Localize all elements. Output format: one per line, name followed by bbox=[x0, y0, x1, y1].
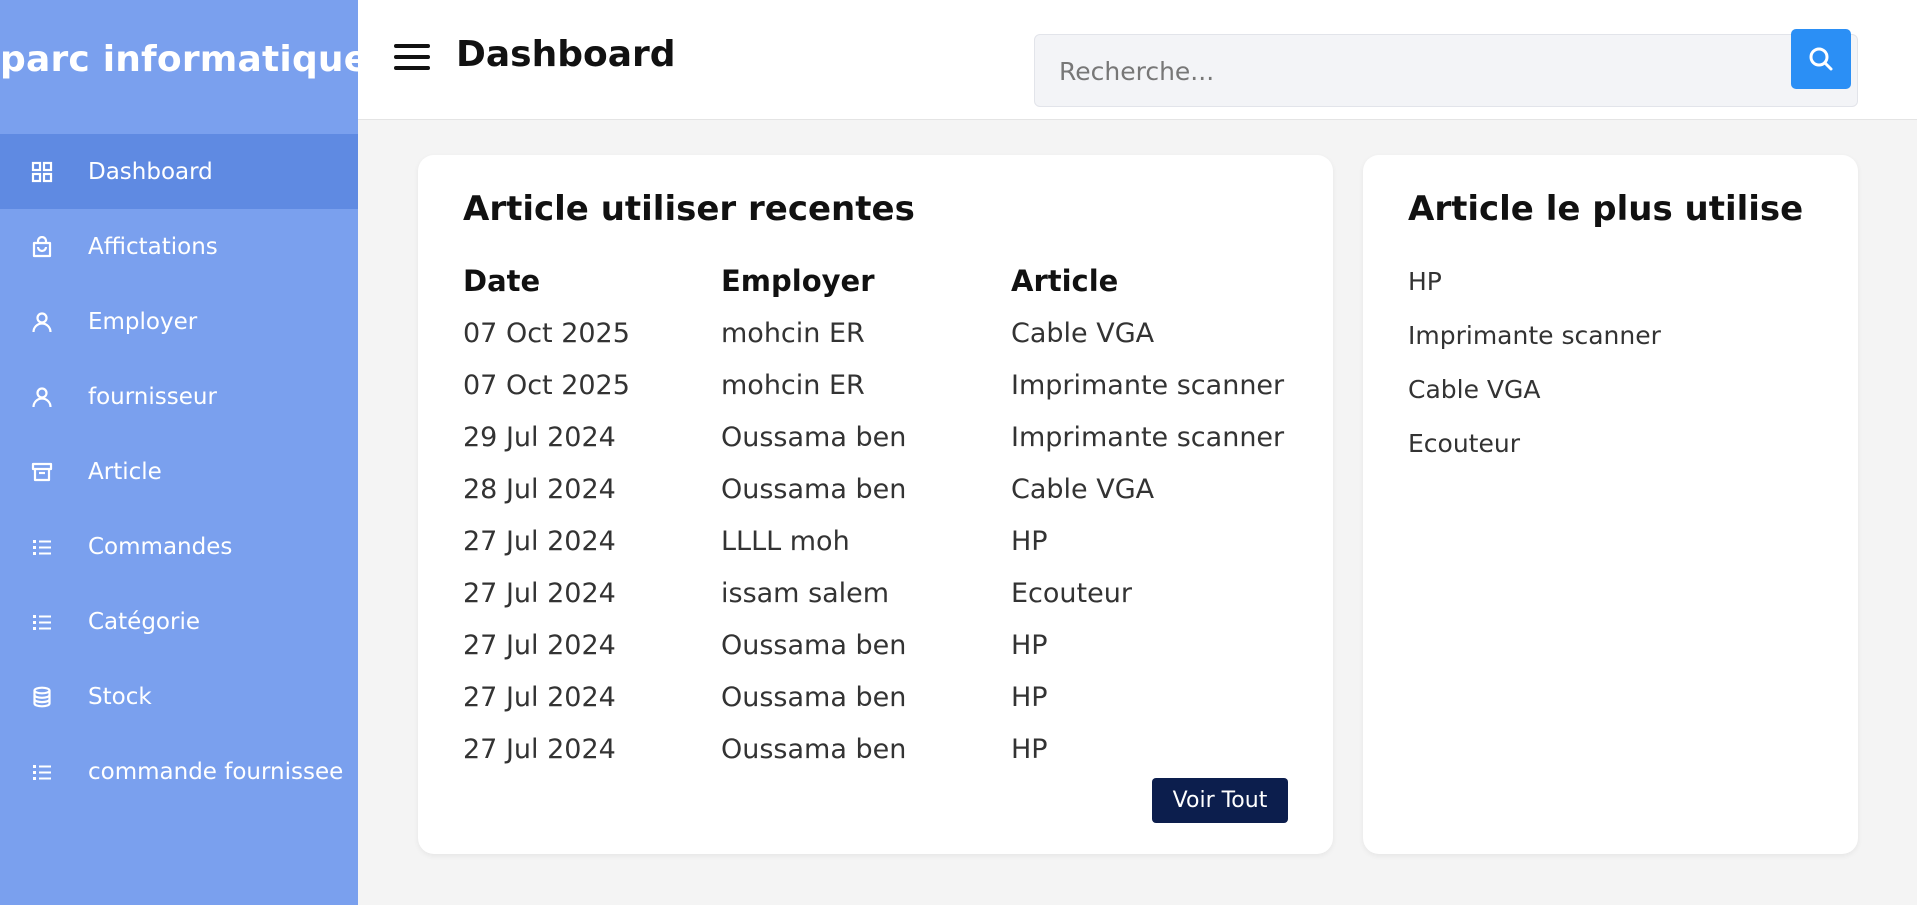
most-used-card: Article le plus utilise HP Imprimante sc… bbox=[1363, 155, 1858, 854]
cell-date: 27 Jul 2024 bbox=[463, 629, 616, 661]
cell-article: Cable VGA bbox=[1011, 473, 1155, 505]
cell-employer: Oussama ben bbox=[721, 629, 907, 661]
sidebar-item-affictations[interactable]: Affictations bbox=[0, 209, 358, 284]
table-row: 27 Jul 2024 Oussama ben HP bbox=[463, 619, 1311, 671]
database-icon bbox=[30, 685, 54, 709]
table-row: 27 Jul 2024 LLLL moh HP bbox=[463, 515, 1311, 567]
sidebar-item-label: fournisseur bbox=[88, 383, 217, 410]
hamburger-menu-icon[interactable] bbox=[394, 44, 430, 74]
cell-article: HP bbox=[1011, 525, 1048, 557]
sidebar-item-label: Article bbox=[88, 458, 162, 485]
cell-date: 28 Jul 2024 bbox=[463, 473, 616, 505]
table-row: 07 Oct 2025 mohcin ER Imprimante scanner bbox=[463, 359, 1311, 411]
page-title: Dashboard bbox=[456, 34, 676, 75]
column-header-article: Article bbox=[1011, 264, 1119, 298]
sidebar-item-label: Commandes bbox=[88, 533, 233, 560]
search-icon bbox=[1807, 45, 1835, 73]
sidebar-item-commandes[interactable]: Commandes bbox=[0, 509, 358, 584]
cell-date: 27 Jul 2024 bbox=[463, 733, 616, 765]
cell-date: 07 Oct 2025 bbox=[463, 369, 630, 401]
cell-employer: mohcin ER bbox=[721, 317, 865, 349]
archive-icon bbox=[30, 460, 54, 484]
cell-article: HP bbox=[1011, 733, 1048, 765]
recent-articles-table: Date Employer Article 07 Oct 2025 mohcin… bbox=[463, 255, 1311, 775]
cell-date: 27 Jul 2024 bbox=[463, 681, 616, 713]
cell-article: HP bbox=[1011, 681, 1048, 713]
table-row: 28 Jul 2024 Oussama ben Cable VGA bbox=[463, 463, 1311, 515]
recent-articles-card: Article utiliser recentes Date Employer … bbox=[418, 155, 1333, 854]
cell-employer: issam salem bbox=[721, 577, 890, 609]
column-header-date: Date bbox=[463, 264, 541, 298]
list-icon bbox=[30, 535, 54, 559]
grid-icon bbox=[30, 160, 54, 184]
list-icon bbox=[30, 610, 54, 634]
cell-employer: Oussama ben bbox=[721, 681, 907, 713]
sidebar-item-dashboard[interactable]: Dashboard bbox=[0, 134, 358, 209]
list-item: Ecouteur bbox=[1408, 429, 1520, 458]
cell-article: Imprimante scanner bbox=[1011, 421, 1285, 453]
user-icon bbox=[30, 385, 54, 409]
cell-article: Cable VGA bbox=[1011, 317, 1155, 349]
voir-tout-button[interactable]: Voir Tout bbox=[1152, 778, 1288, 823]
list-item: HP bbox=[1408, 267, 1442, 296]
sidebar-item-employer[interactable]: Employer bbox=[0, 284, 358, 359]
table-row: 27 Jul 2024 Oussama ben HP bbox=[463, 723, 1311, 775]
sidebar-item-label: commande fournissee bbox=[88, 758, 344, 785]
cell-article: Ecouteur bbox=[1011, 577, 1132, 609]
cell-employer: mohcin ER bbox=[721, 369, 865, 401]
recent-articles-title: Article utiliser recentes bbox=[463, 189, 915, 229]
sidebar-nav: Dashboard Affictations Employer fourniss… bbox=[0, 134, 358, 809]
most-used-title: Article le plus utilise bbox=[1408, 189, 1804, 229]
sidebar-item-categorie[interactable]: Catégorie bbox=[0, 584, 358, 659]
sidebar-item-label: Employer bbox=[88, 308, 198, 335]
brand-title: parc informatique bbox=[0, 39, 358, 80]
sidebar-item-commande-fournissee[interactable]: commande fournissee bbox=[0, 734, 358, 809]
cell-date: 27 Jul 2024 bbox=[463, 577, 616, 609]
list-item: Cable VGA bbox=[1408, 375, 1541, 404]
cell-date: 29 Jul 2024 bbox=[463, 421, 616, 453]
cell-date: 27 Jul 2024 bbox=[463, 525, 616, 557]
sidebar-item-article[interactable]: Article bbox=[0, 434, 358, 509]
cell-date: 07 Oct 2025 bbox=[463, 317, 630, 349]
sidebar-item-fournisseur[interactable]: fournisseur bbox=[0, 359, 358, 434]
sidebar-item-label: Affictations bbox=[88, 233, 218, 260]
list-icon bbox=[30, 760, 54, 784]
column-header-employer: Employer bbox=[721, 264, 875, 298]
table-row: 07 Oct 2025 mohcin ER Cable VGA bbox=[463, 307, 1311, 359]
table-row: 27 Jul 2024 issam salem Ecouteur bbox=[463, 567, 1311, 619]
table-row: 29 Jul 2024 Oussama ben Imprimante scann… bbox=[463, 411, 1311, 463]
cell-employer: LLLL moh bbox=[721, 525, 850, 557]
table-row: 27 Jul 2024 Oussama ben HP bbox=[463, 671, 1311, 723]
table-header-row: Date Employer Article bbox=[463, 255, 1311, 307]
list-item: Imprimante scanner bbox=[1408, 321, 1661, 350]
sidebar: parc informatique Dashboard Affictations… bbox=[0, 0, 358, 905]
cell-article: HP bbox=[1011, 629, 1048, 661]
cell-employer: Oussama ben bbox=[721, 473, 907, 505]
most-used-list: HP Imprimante scanner Cable VGA Ecouteur bbox=[1408, 255, 1661, 471]
search-button[interactable] bbox=[1791, 29, 1851, 89]
cell-article: Imprimante scanner bbox=[1011, 369, 1285, 401]
cell-employer: Oussama ben bbox=[721, 421, 907, 453]
search-box bbox=[1034, 34, 1858, 108]
sidebar-item-label: Dashboard bbox=[88, 158, 213, 185]
sidebar-item-label: Stock bbox=[88, 683, 152, 710]
sidebar-item-label: Catégorie bbox=[88, 608, 200, 635]
cell-employer: Oussama ben bbox=[721, 733, 907, 765]
top-bar: Dashboard bbox=[358, 0, 1917, 120]
sidebar-item-stock[interactable]: Stock bbox=[0, 659, 358, 734]
bag-icon bbox=[30, 235, 54, 259]
user-icon bbox=[30, 310, 54, 334]
search-input[interactable] bbox=[1057, 35, 1801, 108]
